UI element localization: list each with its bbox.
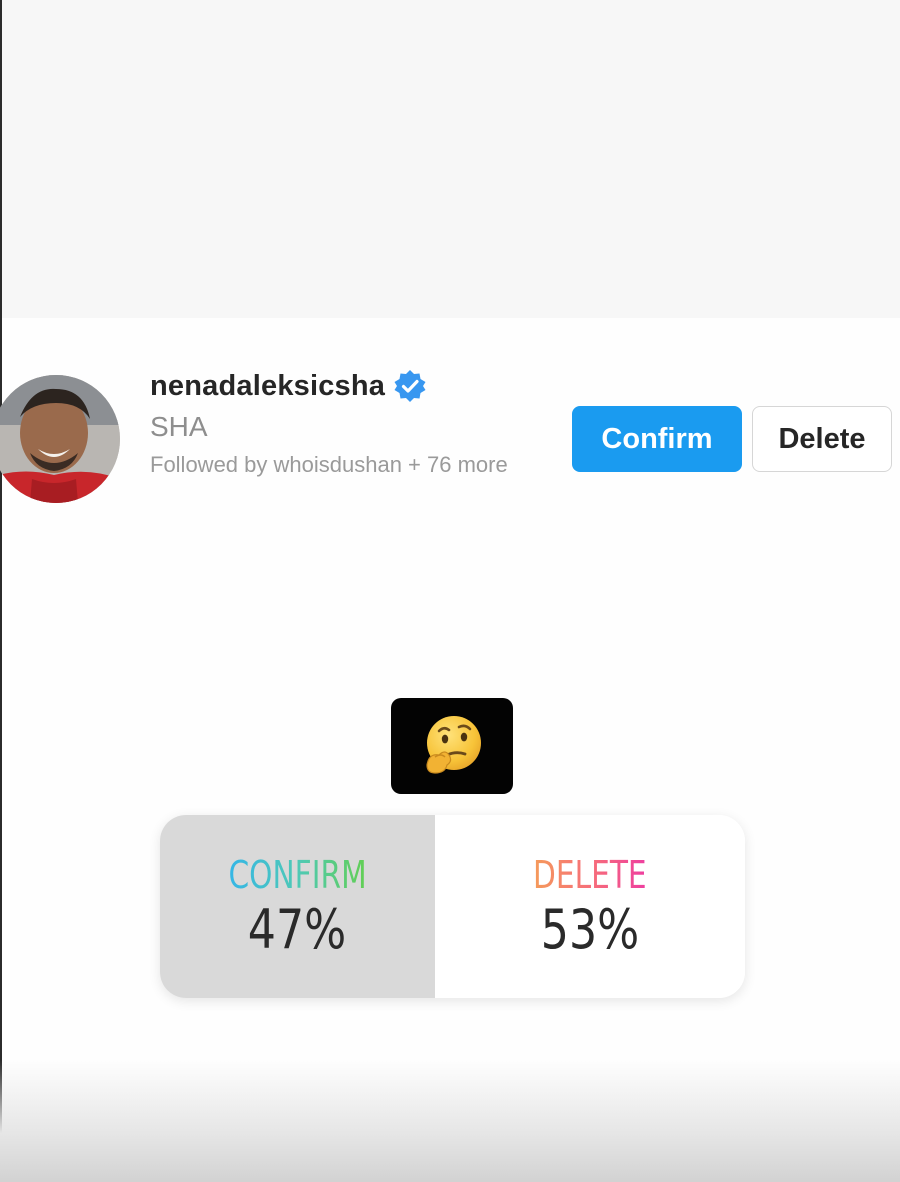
request-info: nenadaleksicsha SHA Followed by whoisdus… <box>150 366 540 480</box>
thinking-face-icon <box>426 716 481 774</box>
avatar[interactable] <box>0 375 120 503</box>
follow-request-row: nenadaleksicsha SHA Followed by whoisdus… <box>0 330 900 530</box>
poll-option-label: CONFIRM <box>228 852 367 897</box>
bottom-shade <box>0 1060 900 1182</box>
poll-option-percent: 47% <box>248 897 347 961</box>
verified-badge-icon <box>393 369 427 403</box>
emoji-sticker[interactable] <box>391 698 513 794</box>
confirm-button[interactable]: Confirm <box>572 406 742 472</box>
poll-sticker: CONFIRM 47% DELETE 53% <box>160 815 745 998</box>
poll-option-confirm[interactable]: CONFIRM 47% <box>160 815 435 998</box>
left-edge-border <box>0 0 2 1182</box>
username[interactable]: nenadaleksicsha <box>150 370 385 403</box>
full-name: SHA <box>150 411 208 442</box>
poll-option-delete[interactable]: DELETE 53% <box>435 815 745 998</box>
poll-option-percent: 53% <box>540 897 640 961</box>
story-top-area <box>0 0 900 318</box>
poll-option-label: DELETE <box>533 852 647 897</box>
username-line: nenadaleksicsha <box>150 366 540 406</box>
delete-button[interactable]: Delete <box>752 406 892 472</box>
followed-by-text: Followed by whoisdushan + 76 more <box>150 452 508 477</box>
